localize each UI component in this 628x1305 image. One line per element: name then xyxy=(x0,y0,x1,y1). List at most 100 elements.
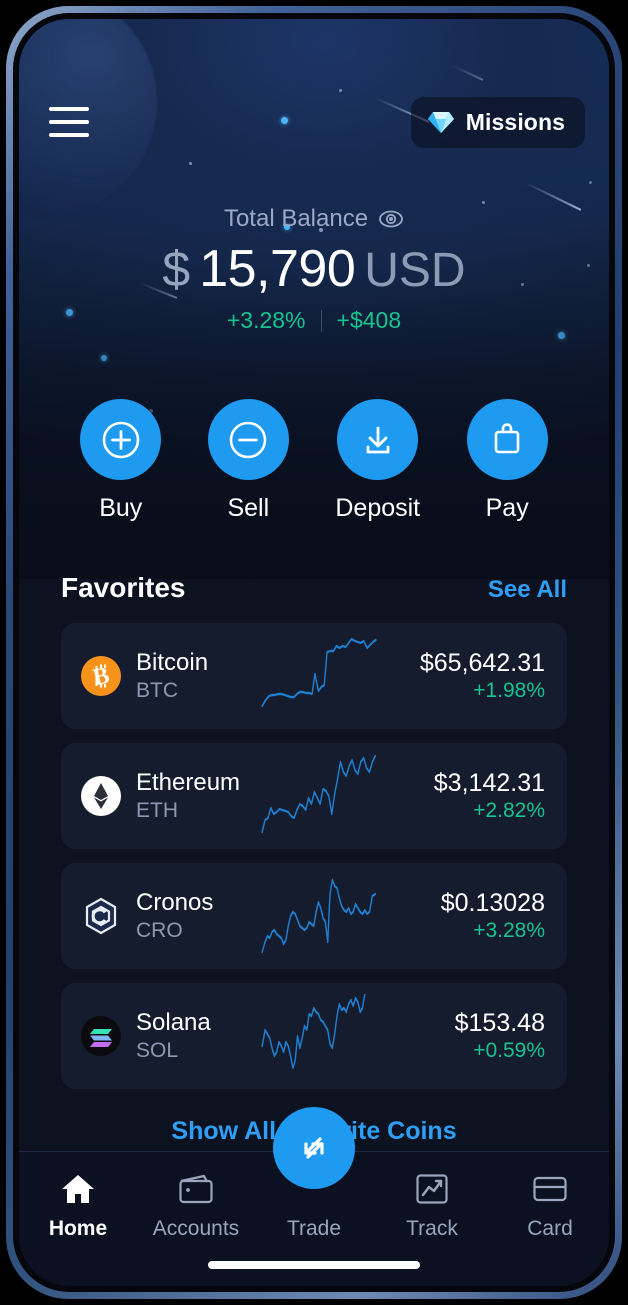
home-icon xyxy=(59,1169,97,1209)
missions-label: Missions xyxy=(465,108,565,135)
sell-icon-circle xyxy=(207,399,289,480)
solana-logo-icon xyxy=(81,1015,121,1056)
coin-row-ethereum[interactable]: Ethereum ETH $3,142.31 +2.82% xyxy=(61,743,567,849)
coin-identity: Cronos CRO xyxy=(81,889,261,942)
sparkline-chart xyxy=(261,878,376,954)
star-dot xyxy=(482,201,485,204)
sparkline-chart xyxy=(261,637,377,708)
coin-figures: $0.13028 +3.28% xyxy=(377,889,545,944)
sparkline-cronos xyxy=(261,873,377,959)
sell-button[interactable]: Sell xyxy=(207,399,289,523)
app-screen: Missions Total Balance $ 15,790 USD +3.2… xyxy=(19,19,609,1286)
nav-label-accounts: Accounts xyxy=(152,1217,240,1240)
solana-glyph xyxy=(90,1028,112,1047)
nav-label-trade: Trade xyxy=(286,1217,342,1240)
ethereum-logo-icon xyxy=(81,775,121,816)
coin-change: +2.82% xyxy=(473,799,545,823)
bitcoin-glyph: B xyxy=(91,663,112,692)
pay-label: Pay xyxy=(485,494,529,522)
wallet-glyph xyxy=(179,1174,213,1204)
missions-button[interactable]: Missions xyxy=(410,96,585,148)
coin-names: Ethereum ETH xyxy=(136,769,241,821)
coin-figures: $65,642.31 +1.98% xyxy=(377,649,545,704)
diamond-gem-icon xyxy=(427,112,454,133)
coin-change: +0.59% xyxy=(473,1039,545,1063)
nav-item-accounts[interactable]: Accounts xyxy=(137,1169,255,1241)
buy-button[interactable]: Buy xyxy=(80,399,162,523)
coin-row-solana[interactable]: Solana SOL $153.48 +0.59% xyxy=(61,983,567,1089)
coin-names: Cronos CRO xyxy=(136,889,214,942)
sell-label: Sell xyxy=(227,494,270,522)
coin-figures: $3,142.31 +2.82% xyxy=(377,769,545,824)
deposit-button[interactable]: Deposit xyxy=(335,399,420,523)
chart-trend-icon xyxy=(414,1169,450,1209)
coin-price: $153.48 xyxy=(454,1008,545,1037)
buy-label: Buy xyxy=(99,494,143,522)
cronos-logo-icon xyxy=(81,896,121,936)
coin-price: $65,642.31 xyxy=(419,648,545,677)
pay-button[interactable]: Pay xyxy=(466,399,548,523)
balance-amount-row: $ 15,790 USD xyxy=(19,239,609,299)
deposit-label: Deposit xyxy=(335,494,421,522)
see-all-link[interactable]: See All xyxy=(488,576,567,604)
coin-name: Bitcoin xyxy=(136,649,209,677)
sparkline-chart xyxy=(261,994,366,1070)
coin-change: +1.98% xyxy=(473,679,545,703)
favorites-header: Favorites See All xyxy=(61,572,567,604)
chart-trend-glyph xyxy=(416,1174,448,1204)
nav-item-track[interactable]: Track xyxy=(373,1169,491,1241)
trade-fab-button[interactable] xyxy=(273,1107,355,1189)
sparkline-ethereum xyxy=(261,753,377,839)
credit-card-icon xyxy=(531,1169,569,1209)
phone-frame: Missions Total Balance $ 15,790 USD +3.2… xyxy=(6,6,622,1299)
wallet-icon xyxy=(177,1169,215,1209)
coin-price: $3,142.31 xyxy=(433,768,545,797)
balance-change-percent: +3.28% xyxy=(226,307,306,333)
nav-item-card[interactable]: Card xyxy=(491,1169,609,1241)
favorites-title: Favorites xyxy=(61,572,186,603)
swap-arrows-icon xyxy=(304,1137,324,1159)
star-dot xyxy=(189,162,192,165)
hamburger-menu-icon[interactable] xyxy=(49,103,95,141)
coin-identity: Solana SOL xyxy=(81,1009,261,1062)
balance-value: 15,790 xyxy=(199,240,356,298)
ethereum-glyph xyxy=(94,782,108,809)
coin-row-bitcoin[interactable]: B Bitcoin BTC $65,642.31 +1.98% xyxy=(61,623,567,729)
menu-line xyxy=(49,120,89,124)
star-dot xyxy=(589,181,592,184)
coin-name: Solana xyxy=(136,1009,211,1037)
download-arrow-icon xyxy=(366,426,390,453)
plus-circle-icon xyxy=(102,421,140,458)
cronos-glyph xyxy=(85,897,117,935)
bitcoin-logo-icon: B xyxy=(81,655,121,696)
coin-row-cronos[interactable]: Cronos CRO $0.13028 +3.28% xyxy=(61,863,567,969)
coin-names: Bitcoin BTC xyxy=(136,649,209,702)
nav-label-home: Home xyxy=(48,1217,108,1240)
app-header: Missions xyxy=(19,91,609,153)
coin-symbol: BTC xyxy=(136,678,178,702)
menu-line xyxy=(49,133,89,137)
home-glyph xyxy=(62,1175,94,1203)
nav-item-home[interactable]: Home xyxy=(19,1169,137,1241)
shopping-bag-icon xyxy=(494,422,520,453)
eye-visibility-icon[interactable] xyxy=(378,206,404,232)
phone-bezel: Missions Total Balance $ 15,790 USD +3.2… xyxy=(13,13,615,1292)
change-divider xyxy=(320,309,322,332)
sparkline-solana xyxy=(261,993,377,1079)
star-dot xyxy=(101,355,107,361)
balance-change-row: +3.28% +$408 xyxy=(19,307,609,334)
coin-symbol: CRO xyxy=(136,918,183,942)
buy-icon-circle xyxy=(80,399,162,480)
coin-name: Cronos xyxy=(136,889,214,917)
balance-currency-symbol: $ xyxy=(162,241,191,297)
coin-figures: $153.48 +0.59% xyxy=(377,1009,545,1064)
coin-change: +3.28% xyxy=(473,919,545,943)
sparkline-bitcoin xyxy=(261,633,377,719)
shooting-star xyxy=(451,64,484,81)
balance-caption-row: Total Balance xyxy=(19,205,609,233)
favorites-coin-list: B Bitcoin BTC $65,642.31 +1.98% Ethereum… xyxy=(61,623,567,1103)
home-indicator xyxy=(208,1261,420,1269)
quick-actions-row: Buy Sell Deposit Pay xyxy=(19,399,609,523)
pay-icon-circle xyxy=(466,399,548,480)
coin-name: Ethereum xyxy=(136,769,241,797)
